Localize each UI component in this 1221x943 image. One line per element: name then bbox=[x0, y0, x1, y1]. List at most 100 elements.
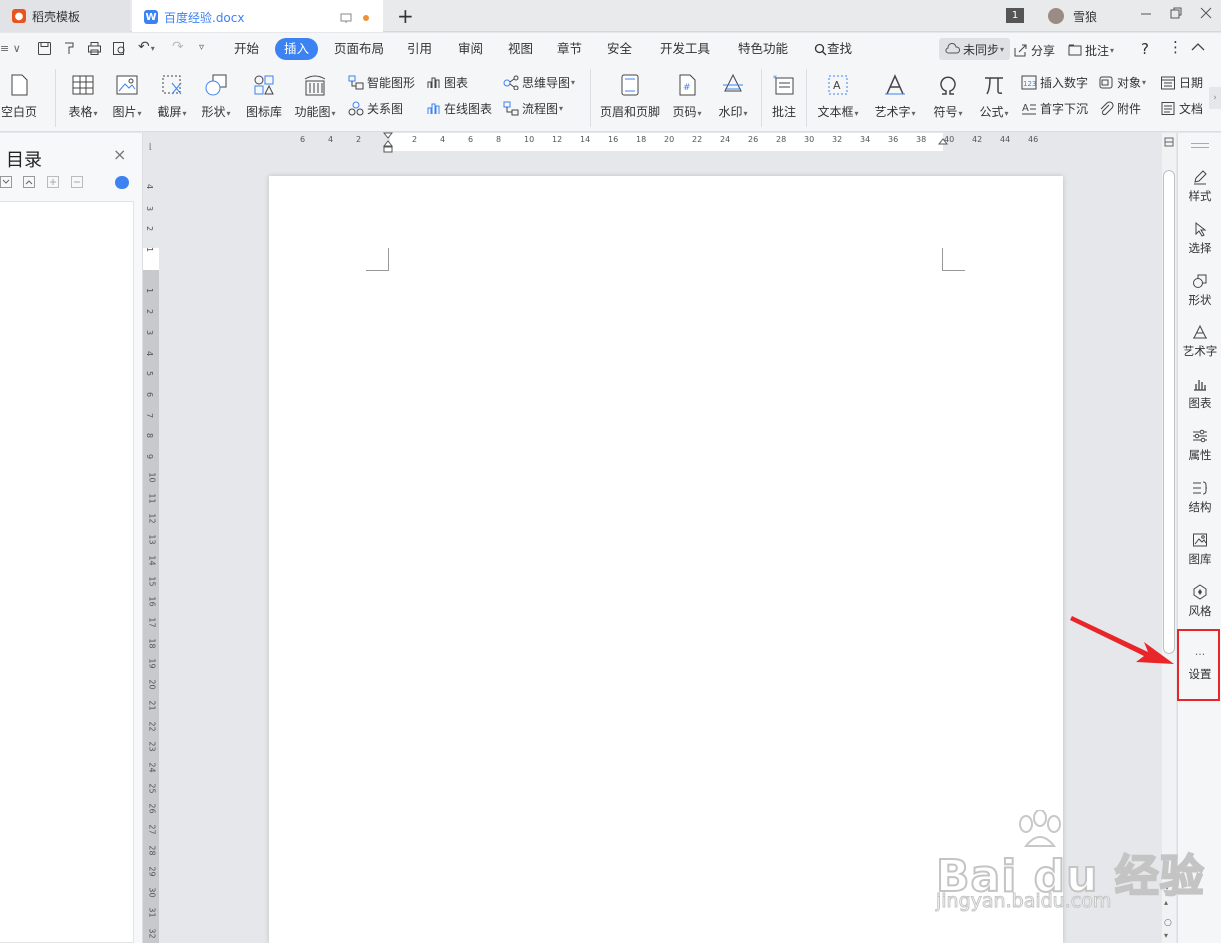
undo-icon[interactable]: ↶▾ bbox=[138, 39, 155, 55]
quick-menu-chevron-icon[interactable]: ≡ ∨ bbox=[0, 42, 21, 55]
restore-icon[interactable] bbox=[1169, 6, 1183, 20]
indent-marker-icon[interactable] bbox=[383, 132, 393, 154]
icon-library-icon bbox=[254, 75, 274, 95]
watermark-button[interactable]: 水印▾ bbox=[714, 73, 752, 120]
more-options-icon[interactable]: ⋮ bbox=[1168, 38, 1183, 56]
sync-status-button[interactable]: 未同步 ▾ bbox=[939, 38, 1011, 60]
avatar[interactable] bbox=[1048, 8, 1064, 24]
icon-library-button[interactable]: 图标库 bbox=[244, 73, 284, 120]
ribbon-scroll-right-icon[interactable]: › bbox=[1209, 87, 1221, 109]
menu-chapter[interactable]: 章节 bbox=[548, 38, 591, 60]
chart-button[interactable]: 图表 bbox=[426, 74, 468, 91]
menu-find[interactable]: 查找 bbox=[805, 38, 861, 60]
table-button[interactable]: 表格▾ bbox=[64, 73, 102, 120]
ruler-tick-label: 21 bbox=[147, 700, 157, 711]
next-page-icon[interactable]: ▾ bbox=[1164, 931, 1168, 940]
sidebar-item-chart[interactable]: 图表 bbox=[1178, 376, 1221, 411]
divider bbox=[590, 69, 591, 127]
dropcap-button[interactable]: A 首字下沉 bbox=[1021, 100, 1088, 117]
header-footer-button[interactable]: 页眉和页脚 bbox=[598, 73, 662, 120]
menu-view[interactable]: 视图 bbox=[499, 38, 542, 60]
collapse-all-icon[interactable] bbox=[23, 176, 35, 188]
menu-security[interactable]: 安全 bbox=[598, 38, 641, 60]
ruler-tick-label: 2 bbox=[356, 135, 362, 144]
tab-document[interactable]: W 百度经验.docx bbox=[132, 0, 383, 32]
relation-chart-button[interactable]: 关系图 bbox=[348, 100, 403, 117]
ruler-tick-label: 8 bbox=[145, 432, 155, 439]
ruler-tick-label: 36 bbox=[888, 135, 899, 144]
minimize-icon[interactable] bbox=[1139, 6, 1153, 20]
menu-developer[interactable]: 开发工具 bbox=[651, 38, 719, 60]
wordart-button[interactable]: 艺术字▾ bbox=[871, 73, 919, 120]
add-heading-icon[interactable] bbox=[47, 176, 59, 188]
menu-home[interactable]: 开始 bbox=[225, 38, 268, 60]
window-count-badge[interactable]: 1 bbox=[1006, 8, 1024, 23]
svg-text:*: * bbox=[773, 74, 777, 83]
customize-icon[interactable]: ▿ bbox=[199, 42, 204, 53]
menu-special[interactable]: 特色功能 bbox=[729, 38, 797, 60]
annotation-arrow-icon bbox=[1068, 612, 1178, 672]
screenshot-button[interactable]: 截屏▾ bbox=[153, 73, 191, 120]
sidebar-item-shape[interactable]: 形状 bbox=[1178, 273, 1221, 308]
comment-button[interactable]: 批注 ▾ bbox=[1068, 42, 1114, 59]
print-preview-icon[interactable] bbox=[112, 41, 127, 56]
ruler-tick-label: 4 bbox=[145, 183, 155, 190]
sidebar-item-select[interactable]: 选择 bbox=[1178, 221, 1221, 256]
sidebar-item-structure[interactable]: 结构 bbox=[1178, 480, 1221, 515]
scroll-page-icon[interactable] bbox=[1164, 137, 1174, 147]
attachment-button[interactable]: 附件 bbox=[1098, 100, 1141, 117]
function-chart-button[interactable]: 功能图▾ bbox=[292, 73, 338, 120]
redo-icon[interactable]: ↷ bbox=[172, 39, 184, 55]
flowchart-icon bbox=[503, 101, 519, 116]
flowchart-button[interactable]: 流程图 ▾ bbox=[503, 100, 563, 117]
comment-insert-icon: * bbox=[773, 74, 794, 95]
print-icon[interactable] bbox=[87, 41, 102, 56]
menu-review[interactable]: 审阅 bbox=[449, 38, 492, 60]
page-number-button[interactable]: # 页码▾ bbox=[668, 73, 706, 120]
cursor-icon bbox=[1195, 221, 1207, 237]
username[interactable]: 雪狼 bbox=[1073, 8, 1097, 25]
menu-page-layout[interactable]: 页面布局 bbox=[325, 38, 393, 60]
share-button[interactable]: 分享 bbox=[1014, 42, 1055, 59]
scrollbar-thumb[interactable] bbox=[1163, 170, 1175, 654]
screen-icon[interactable] bbox=[340, 12, 352, 24]
tab-docer-templates[interactable]: ● 稻壳模板 bbox=[0, 0, 130, 32]
date-button[interactable]: 日期 bbox=[1160, 74, 1203, 91]
format-painter-icon[interactable] bbox=[62, 41, 77, 56]
smart-toc-icon[interactable] bbox=[115, 176, 129, 189]
insert-number-button[interactable]: 123 插入数字 bbox=[1021, 74, 1088, 91]
smart-art-button[interactable]: 智能图形 bbox=[348, 74, 415, 91]
tab-label: 百度经验.docx bbox=[164, 10, 245, 25]
toc-panel: 目录 × bbox=[0, 133, 143, 943]
right-indent-marker-icon[interactable] bbox=[938, 134, 948, 146]
help-button[interactable]: ? bbox=[1141, 40, 1149, 58]
comment-insert-button[interactable]: * 批注 bbox=[766, 73, 802, 120]
docer-logo-icon: ● bbox=[12, 9, 26, 23]
symbol-button[interactable]: 符号▾ bbox=[929, 73, 967, 120]
close-icon[interactable] bbox=[1199, 6, 1213, 20]
ruler-tick-label: 28 bbox=[776, 135, 787, 144]
doc-button[interactable]: 文档 bbox=[1160, 100, 1203, 117]
expand-all-icon[interactable] bbox=[0, 176, 12, 188]
mindmap-button[interactable]: 思维导图 ▾ bbox=[503, 74, 575, 91]
menu-insert[interactable]: 插入 bbox=[275, 38, 319, 60]
menu-references[interactable]: 引用 bbox=[398, 38, 441, 60]
ruler-tick-label: 29 bbox=[147, 866, 157, 877]
picture-button[interactable]: 图片▾ bbox=[108, 73, 146, 120]
blank-page-button[interactable]: 空白页 bbox=[0, 73, 38, 120]
collapse-ribbon-icon[interactable] bbox=[1191, 42, 1205, 52]
online-chart-button[interactable]: 在线图表 bbox=[426, 100, 492, 117]
object-button[interactable]: 对象 ▾ bbox=[1098, 74, 1146, 91]
shape-button[interactable]: 形状▾ bbox=[197, 73, 235, 120]
sidebar-item-properties[interactable]: 属性 bbox=[1178, 428, 1221, 463]
toc-list bbox=[0, 201, 134, 943]
sidebar-item-style[interactable]: 样式 bbox=[1178, 169, 1221, 204]
formula-button[interactable]: 公式▾ bbox=[975, 73, 1013, 120]
sidebar-item-gallery[interactable]: 图库 bbox=[1178, 532, 1221, 567]
textbox-button[interactable]: A 文本框▾ bbox=[814, 73, 862, 120]
save-icon[interactable] bbox=[37, 41, 52, 56]
new-tab-button[interactable]: + bbox=[397, 4, 414, 28]
sidebar-item-wordart[interactable]: 艺术字 bbox=[1178, 324, 1221, 359]
remove-heading-icon[interactable] bbox=[71, 176, 83, 188]
sidebar-item-style-theme[interactable]: 风格 bbox=[1178, 584, 1221, 619]
